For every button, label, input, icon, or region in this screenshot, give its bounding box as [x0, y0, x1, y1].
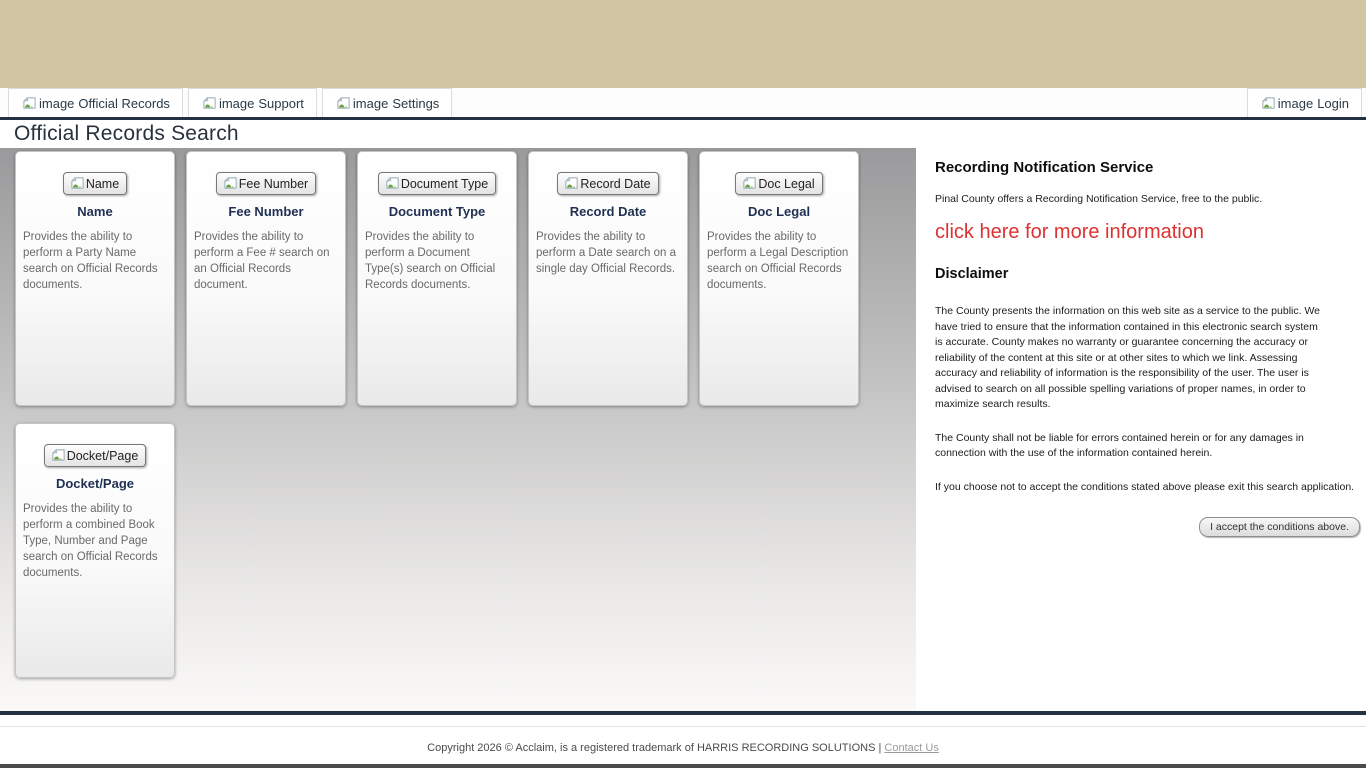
broken-image-icon — [741, 176, 758, 191]
card-description: Provides the ability to perform a Fee # … — [187, 229, 345, 293]
card-button-label: Docket/Page — [67, 449, 139, 463]
card-title: Fee Number — [187, 204, 345, 219]
bottom-edge-bar — [0, 764, 1366, 768]
card-title: Record Date — [529, 204, 687, 219]
card-description: Provides the ability to perform a Date s… — [529, 229, 687, 277]
broken-image-icon — [69, 176, 86, 191]
image-alt-text: image — [39, 96, 74, 111]
search-cards-area: Name Name Provides the ability to perfor… — [0, 148, 916, 711]
title-bar: Official Records Search — [0, 120, 1366, 148]
rns-text: Pinal County offers a Recording Notifica… — [935, 193, 1366, 205]
broken-image-icon — [21, 96, 38, 111]
rns-heading: Recording Notification Service — [935, 159, 1366, 176]
docket-page-search-button[interactable]: Docket/Page — [44, 444, 147, 467]
disclaimer-paragraph: The County presents the information on t… — [935, 304, 1327, 413]
info-side-panel: Recording Notification Service Pinal Cou… — [916, 148, 1366, 711]
card-description: Provides the ability to perform a combin… — [16, 501, 174, 581]
card-description: Provides the ability to perform a Party … — [16, 229, 174, 293]
document-type-search-button[interactable]: Document Type — [378, 172, 496, 195]
menu-spacer — [452, 88, 1246, 117]
record-date-search-button[interactable]: Record Date — [557, 172, 658, 195]
search-card-record-date: Record Date Record Date Provides the abi… — [528, 151, 688, 406]
copyright-text: Copyright 2026 © Acclaim, is a registere… — [427, 742, 881, 754]
menu-item-official-records[interactable]: image Official Records — [8, 88, 183, 117]
header-band — [0, 0, 1366, 88]
image-alt-text: image — [353, 96, 388, 111]
menu-item-label: Login — [1317, 96, 1349, 111]
footer: Copyright 2026 © Acclaim, is a registere… — [0, 715, 1366, 764]
card-title: Name — [16, 204, 174, 219]
search-card-document-type: Document Type Document Type Provides the… — [357, 151, 517, 406]
card-button-label: Document Type — [401, 177, 488, 191]
broken-image-icon — [201, 96, 218, 111]
card-description: Provides the ability to perform a Legal … — [700, 229, 858, 293]
content-area: Name Name Provides the ability to perfor… — [0, 148, 1366, 711]
search-card-fee-number: Fee Number Fee Number Provides the abili… — [186, 151, 346, 406]
disclaimer-paragraph: If you choose not to accept the conditio… — [935, 480, 1366, 496]
menu-item-label: Official Records — [78, 96, 170, 111]
broken-image-icon — [384, 176, 401, 191]
broken-image-icon — [222, 176, 239, 191]
card-button-label: Record Date — [580, 177, 650, 191]
menu-item-login[interactable]: image Login — [1247, 88, 1362, 117]
card-title: Docket/Page — [16, 476, 174, 491]
search-card-doc-legal: Doc Legal Doc Legal Provides the ability… — [699, 151, 859, 406]
menu-item-settings[interactable]: image Settings — [322, 88, 452, 117]
menu-item-label: Settings — [392, 96, 439, 111]
fee-number-search-button[interactable]: Fee Number — [216, 172, 316, 195]
name-search-button[interactable]: Name — [63, 172, 127, 195]
menu-item-label: Support — [258, 96, 304, 111]
card-button-label: Doc Legal — [758, 177, 814, 191]
doc-legal-search-button[interactable]: Doc Legal — [735, 172, 822, 195]
accept-button-row: I accept the conditions above. — [935, 517, 1360, 537]
image-alt-text: image — [219, 96, 254, 111]
search-card-docket-page: Docket/Page Docket/Page Provides the abi… — [15, 423, 175, 678]
card-button-label: Name — [86, 177, 119, 191]
broken-image-icon — [563, 176, 580, 191]
main-menu-bar: image Official Records image Support ima… — [0, 88, 1366, 120]
footer-copyright-row: Copyright 2026 © Acclaim, is a registere… — [0, 726, 1366, 754]
menu-item-support[interactable]: image Support — [188, 88, 317, 117]
card-button-label: Fee Number — [239, 177, 308, 191]
card-title: Doc Legal — [700, 204, 858, 219]
card-description: Provides the ability to perform a Docume… — [358, 229, 516, 293]
disclaimer-heading: Disclaimer — [935, 266, 1366, 282]
search-card-name: Name Name Provides the ability to perfor… — [15, 151, 175, 406]
page-title: Official Records Search — [14, 122, 239, 146]
broken-image-icon — [1260, 96, 1277, 111]
contact-us-link[interactable]: Contact Us — [884, 742, 938, 754]
broken-image-icon — [50, 448, 67, 463]
more-information-link[interactable]: click here for more information — [935, 221, 1204, 244]
accept-conditions-button[interactable]: I accept the conditions above. — [1199, 517, 1360, 537]
official-records-page: image Official Records image Support ima… — [0, 0, 1366, 768]
card-title: Document Type — [358, 204, 516, 219]
disclaimer-paragraph: The County shall not be liable for error… — [935, 431, 1327, 462]
image-alt-text: image — [1278, 96, 1313, 111]
broken-image-icon — [335, 96, 352, 111]
